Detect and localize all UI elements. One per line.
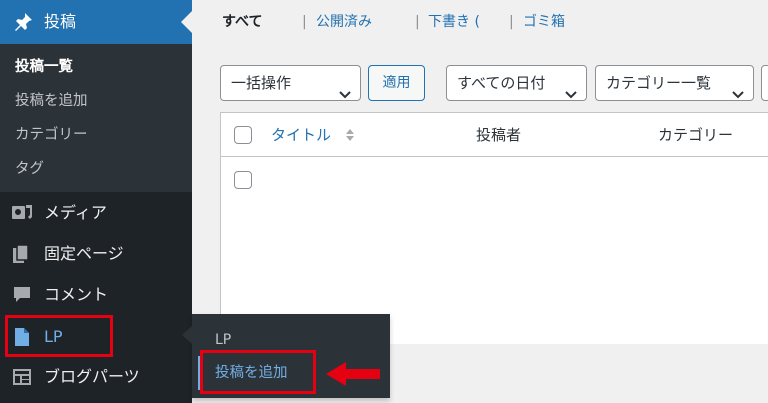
comment-icon — [11, 284, 33, 306]
view-separator: | — [415, 14, 420, 30]
submenu-categories[interactable]: カテゴリー — [15, 125, 88, 145]
submenu-all-posts[interactable]: 投稿一覧 — [15, 57, 73, 77]
media-icon — [11, 202, 33, 224]
menu-media[interactable]: メディア — [0, 192, 192, 232]
column-title[interactable]: タイトル — [271, 124, 331, 146]
menu-comments[interactable]: コメント — [0, 274, 192, 314]
table-header: タイトル 投稿者 カテゴリー — [221, 113, 768, 157]
menu-posts-label: 投稿 — [44, 12, 77, 31]
layout-icon — [11, 366, 33, 388]
select-all-checkbox[interactable] — [234, 126, 252, 144]
column-author: 投稿者 — [476, 126, 522, 144]
menu-pages[interactable]: 固定ページ — [0, 233, 192, 273]
menu-posts[interactable]: 投稿 — [0, 0, 192, 44]
date-filter-value: すべての日付 — [457, 74, 546, 92]
posts-submenu: 投稿一覧 投稿を追加 カテゴリー タグ — [0, 44, 192, 192]
category-filter-value: カテゴリー一覧 — [606, 74, 712, 92]
submenu-tags[interactable]: タグ — [15, 159, 44, 179]
view-separator: | — [509, 14, 514, 30]
bulk-action-select[interactable]: 一括操作 — [220, 65, 361, 101]
apply-button[interactable]: 適用 — [368, 65, 425, 101]
page-icon — [11, 243, 33, 265]
row-checkbox[interactable] — [234, 171, 252, 189]
category-filter-select[interactable]: カテゴリー一覧 — [595, 65, 754, 101]
highlight-box-lp — [5, 315, 113, 357]
view-all[interactable]: すべて — [222, 10, 262, 34]
menu-pages-label: 固定ページ — [44, 244, 124, 263]
flyout-heading[interactable]: LP — [215, 330, 231, 350]
menu-media-label: メディア — [44, 203, 107, 222]
date-filter-select[interactable]: すべての日付 — [446, 65, 587, 101]
view-trash[interactable]: ゴミ箱 — [523, 10, 565, 34]
flyout-pointer — [182, 326, 192, 344]
admin-sidebar: 投稿 投稿一覧 投稿を追加 カテゴリー タグ メディア 固定ページ コメント L… — [0, 0, 192, 403]
red-arrow-icon — [326, 362, 380, 386]
submenu-add-post[interactable]: 投稿を追加 — [15, 91, 88, 111]
menu-blog-parts-label: ブログパーツ — [44, 367, 140, 386]
highlight-box-add-post — [200, 350, 316, 394]
chevron-down-icon — [564, 78, 578, 99]
view-published[interactable]: 公開済み — [316, 10, 372, 34]
bulk-action-value: 一括操作 — [231, 74, 292, 92]
menu-comments-label: コメント — [44, 285, 109, 304]
chevron-down-icon — [731, 78, 745, 99]
filter-button-partial[interactable] — [761, 65, 768, 101]
view-draft[interactable]: 下書き ( — [428, 10, 480, 34]
column-category: カテゴリー — [658, 126, 734, 144]
menu-blog-parts[interactable]: ブログパーツ — [0, 356, 192, 396]
posts-table: タイトル 投稿者 カテゴリー — [220, 112, 768, 344]
sort-icon[interactable] — [345, 127, 355, 143]
chevron-down-icon — [338, 78, 352, 99]
view-separator: | — [302, 14, 307, 30]
pushpin-icon — [12, 11, 34, 33]
current-menu-notch — [181, 11, 192, 33]
